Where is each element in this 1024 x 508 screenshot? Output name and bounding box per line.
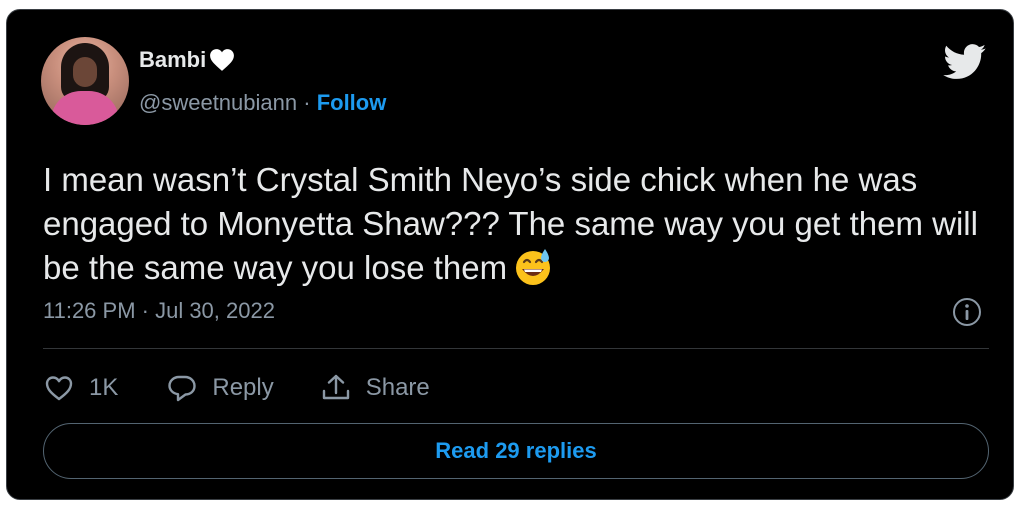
divider: [43, 348, 989, 349]
reply-bubble-icon: [168, 375, 197, 402]
read-replies-button[interactable]: Read 29 replies: [43, 423, 989, 479]
action-bar: 1K Reply Share: [43, 370, 430, 406]
avatar-face: [73, 57, 97, 87]
like-button[interactable]: 1K: [43, 372, 118, 404]
follow-button[interactable]: Follow: [317, 90, 387, 115]
separator-dot: ·: [303, 90, 311, 115]
author-name[interactable]: Bambi: [139, 47, 206, 73]
reply-button[interactable]: Reply: [166, 372, 274, 404]
author-handle-row: @sweetnubiann · Follow: [139, 90, 386, 116]
tweet-body: I mean wasn’t Crystal Smith Neyo’s side …: [43, 161, 978, 286]
grinning-face-with-sweat-icon: [516, 249, 551, 285]
author-name-row[interactable]: Bambi: [139, 47, 235, 73]
like-count: 1K: [89, 374, 119, 401]
share-icon: [322, 374, 349, 400]
tweet-timestamp[interactable]: 11:26 PM · Jul 30, 2022: [43, 298, 275, 324]
avatar-body: [51, 91, 119, 125]
info-icon[interactable]: [951, 296, 983, 328]
reply-label: Reply: [212, 374, 274, 401]
heart-icon: [210, 49, 235, 71]
twitter-bird-icon[interactable]: [943, 44, 987, 80]
share-label: Share: [365, 374, 430, 401]
avatar[interactable]: [41, 37, 129, 125]
heart-outline-icon: [45, 376, 73, 401]
share-button[interactable]: Share: [320, 372, 430, 404]
tweet-card: Bambi @sweetnubiann · Follow I mean wasn…: [6, 9, 1014, 500]
tweet-text: I mean wasn’t Crystal Smith Neyo’s side …: [43, 158, 993, 290]
author-handle[interactable]: @sweetnubiann: [139, 90, 297, 115]
